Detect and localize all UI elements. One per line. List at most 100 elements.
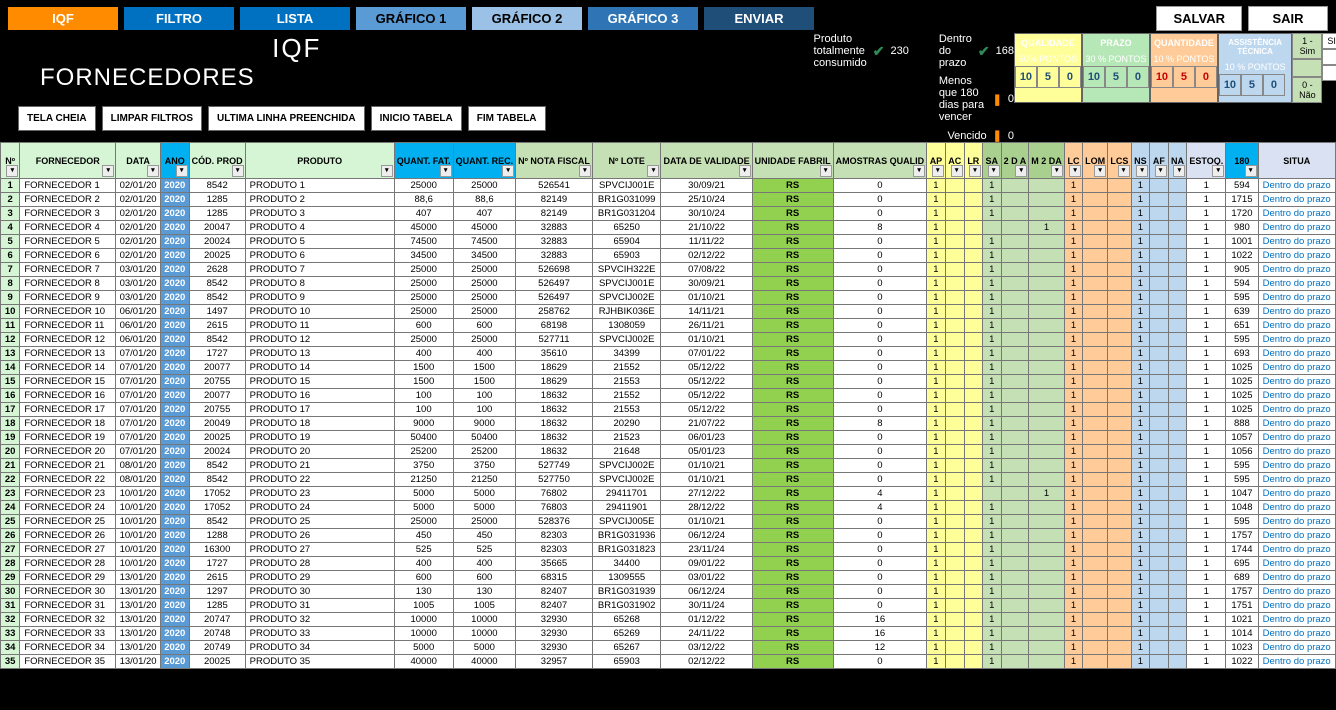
filter-icon[interactable]: ▾ [969,165,981,177]
nav-grafico1-button[interactable]: GRÁFICO 1 [356,7,466,30]
table-row[interactable]: 14FORNECEDOR 1407/01/20202020077PRODUTO … [1,361,1336,375]
filter-icon[interactable]: ▾ [6,165,18,177]
th-situacao[interactable]: SITUA [1258,143,1335,179]
th-quantfat[interactable]: QUANT. FAT.▾ [394,143,453,179]
th-validade[interactable]: DATA DE VALIDADE▾ [661,143,752,179]
th-lom[interactable]: LOM▾ [1083,143,1108,179]
filter-icon[interactable]: ▾ [913,165,925,177]
table-row[interactable]: 17FORNECEDOR 1707/01/20202020755PRODUTO … [1,403,1336,417]
th-lc[interactable]: LC▾ [1064,143,1082,179]
filter-icon[interactable]: ▾ [1051,165,1063,177]
nav-filtro-button[interactable]: FILTRO [124,7,234,30]
table-row[interactable]: 22FORNECEDOR 2208/01/2020208542PRODUTO 2… [1,473,1336,487]
filter-icon[interactable]: ▾ [1245,165,1257,177]
filter-icon[interactable]: ▾ [1155,165,1167,177]
th-nf[interactable]: Nº NOTA FISCAL▾ [516,143,593,179]
table-row[interactable]: 11FORNECEDOR 1106/01/2020202615PRODUTO 1… [1,319,1336,333]
nav-sair-button[interactable]: SAIR [1248,6,1328,31]
th-estoq[interactable]: ESTOQ.▾ [1187,143,1226,179]
filter-icon[interactable]: ▾ [647,165,659,177]
filter-icon[interactable]: ▾ [739,165,751,177]
table-row[interactable]: 35FORNECEDOR 3513/01/20202020025PRODUTO … [1,655,1336,669]
th-ap[interactable]: AP▾ [927,143,946,179]
th-af[interactable]: AF▾ [1150,143,1168,179]
nav-salvar-button[interactable]: SALVAR [1156,6,1242,31]
th-fabril[interactable]: UNIDADE FABRIL▾ [752,143,833,179]
inicio-tabela-button[interactable]: INICIO TABELA [371,106,462,131]
table-row[interactable]: 19FORNECEDOR 1907/01/20202020025PRODUTO … [1,431,1336,445]
table-row[interactable]: 33FORNECEDOR 3313/01/20202020748PRODUTO … [1,627,1336,641]
th-180[interactable]: 180▾ [1226,143,1258,179]
nav-iqf-button[interactable]: IQF [8,7,118,30]
table-row[interactable]: 7FORNECEDOR 703/01/2020202628PRODUTO 725… [1,263,1336,277]
table-row[interactable]: 4FORNECEDOR 402/01/20202020047PRODUTO 44… [1,221,1336,235]
th-lr[interactable]: LR▾ [964,143,982,179]
table-row[interactable]: 23FORNECEDOR 2310/01/20202017052PRODUTO … [1,487,1336,501]
table-row[interactable]: 3FORNECEDOR 302/01/2020201285PRODUTO 340… [1,207,1336,221]
table-row[interactable]: 26FORNECEDOR 2610/01/2020201288PRODUTO 2… [1,529,1336,543]
ultima-linha-button[interactable]: ULTIMA LINHA PREENCHIDA [208,106,365,131]
table-row[interactable]: 34FORNECEDOR 3413/01/20202020749PRODUTO … [1,641,1336,655]
filter-icon[interactable]: ▾ [1118,165,1130,177]
table-row[interactable]: 12FORNECEDOR 1206/01/2020208542PRODUTO 1… [1,333,1336,347]
th-quantrec[interactable]: QUANT. REC.▾ [453,143,516,179]
filter-icon[interactable]: ▾ [932,165,944,177]
th-sa[interactable]: SA▾ [982,143,1001,179]
table-row[interactable]: 18FORNECEDOR 1807/01/20202020049PRODUTO … [1,417,1336,431]
filter-icon[interactable]: ▾ [1173,165,1185,177]
table-row[interactable]: 9FORNECEDOR 903/01/2020208542PRODUTO 925… [1,291,1336,305]
table-row[interactable]: 8FORNECEDOR 803/01/2020208542PRODUTO 825… [1,277,1336,291]
filter-icon[interactable]: ▾ [1015,165,1027,177]
table-row[interactable]: 10FORNECEDOR 1006/01/2020201497PRODUTO 1… [1,305,1336,319]
table-row[interactable]: 21FORNECEDOR 2108/01/2020208542PRODUTO 2… [1,459,1336,473]
th-amostras[interactable]: AMOSTRAS QUALID▾ [833,143,927,179]
table-row[interactable]: 6FORNECEDOR 602/01/20202020025PRODUTO 63… [1,249,1336,263]
table-row[interactable]: 20FORNECEDOR 2007/01/20202020024PRODUTO … [1,445,1336,459]
table-row[interactable]: 28FORNECEDOR 2810/01/2020201727PRODUTO 2… [1,557,1336,571]
nav-lista-button[interactable]: LISTA [240,7,350,30]
filter-icon[interactable]: ▾ [1136,165,1148,177]
table-row[interactable]: 2FORNECEDOR 202/01/2020201285PRODUTO 288… [1,193,1336,207]
table-row[interactable]: 30FORNECEDOR 3013/01/2020201297PRODUTO 3… [1,585,1336,599]
filter-icon[interactable]: ▾ [951,165,963,177]
th-ano[interactable]: ANO▾ [160,143,189,179]
th-na[interactable]: NA▾ [1168,143,1187,179]
th-ac[interactable]: AC▾ [945,143,964,179]
filter-icon[interactable]: ▾ [820,165,832,177]
filter-icon[interactable]: ▾ [1094,165,1106,177]
th-produto[interactable]: PRODUTO▾ [245,143,394,179]
filter-icon[interactable]: ▾ [579,165,591,177]
table-row[interactable]: 31FORNECEDOR 3113/01/2020201285PRODUTO 3… [1,599,1336,613]
nav-grafico3-button[interactable]: GRÁFICO 3 [588,7,698,30]
th-cod[interactable]: CÓD. PROD▾ [189,143,245,179]
limpar-filtros-button[interactable]: LIMPAR FILTROS [102,106,202,131]
tela-cheia-button[interactable]: TELA CHEIA [18,106,96,131]
th-2da[interactable]: 2 D A▾ [1001,143,1029,179]
fim-tabela-button[interactable]: FIM TABELA [468,106,546,131]
table-row[interactable]: 16FORNECEDOR 1607/01/20202020077PRODUTO … [1,389,1336,403]
filter-icon[interactable]: ▾ [1069,165,1081,177]
table-row[interactable]: 1FORNECEDOR 102/01/2020208542PRODUTO 125… [1,179,1336,193]
table-row[interactable]: 24FORNECEDOR 2410/01/20202017052PRODUTO … [1,501,1336,515]
table-wrapper[interactable]: Nº▾ FORNECEDOR▾ DATA▾ ANO▾ CÓD. PROD▾ PR… [0,142,1336,702]
filter-icon[interactable]: ▾ [232,165,244,177]
filter-icon[interactable]: ▾ [102,165,114,177]
table-row[interactable]: 15FORNECEDOR 1507/01/20202020755PRODUTO … [1,375,1336,389]
table-row[interactable]: 29FORNECEDOR 2913/01/2020202615PRODUTO 2… [1,571,1336,585]
filter-icon[interactable]: ▾ [1212,165,1224,177]
nav-grafico2-button[interactable]: GRÁFICO 2 [472,7,582,30]
table-row[interactable]: 32FORNECEDOR 3213/01/20202020747PRODUTO … [1,613,1336,627]
th-lcs[interactable]: LCS▾ [1108,143,1131,179]
table-row[interactable]: 25FORNECEDOR 2510/01/2020208542PRODUTO 2… [1,515,1336,529]
filter-icon[interactable]: ▾ [176,165,188,177]
filter-icon[interactable]: ▾ [147,165,159,177]
th-m2da[interactable]: M 2 DA▾ [1029,143,1065,179]
th-data[interactable]: DATA▾ [116,143,161,179]
filter-icon[interactable]: ▾ [988,165,1000,177]
nav-enviar-button[interactable]: ENVIAR [704,7,814,30]
th-n[interactable]: Nº▾ [1,143,20,179]
table-row[interactable]: 27FORNECEDOR 2710/01/20202016300PRODUTO … [1,543,1336,557]
table-row[interactable]: 13FORNECEDOR 1307/01/2020201727PRODUTO 1… [1,347,1336,361]
th-ns[interactable]: NS▾ [1131,143,1150,179]
filter-icon[interactable]: ▾ [440,165,452,177]
